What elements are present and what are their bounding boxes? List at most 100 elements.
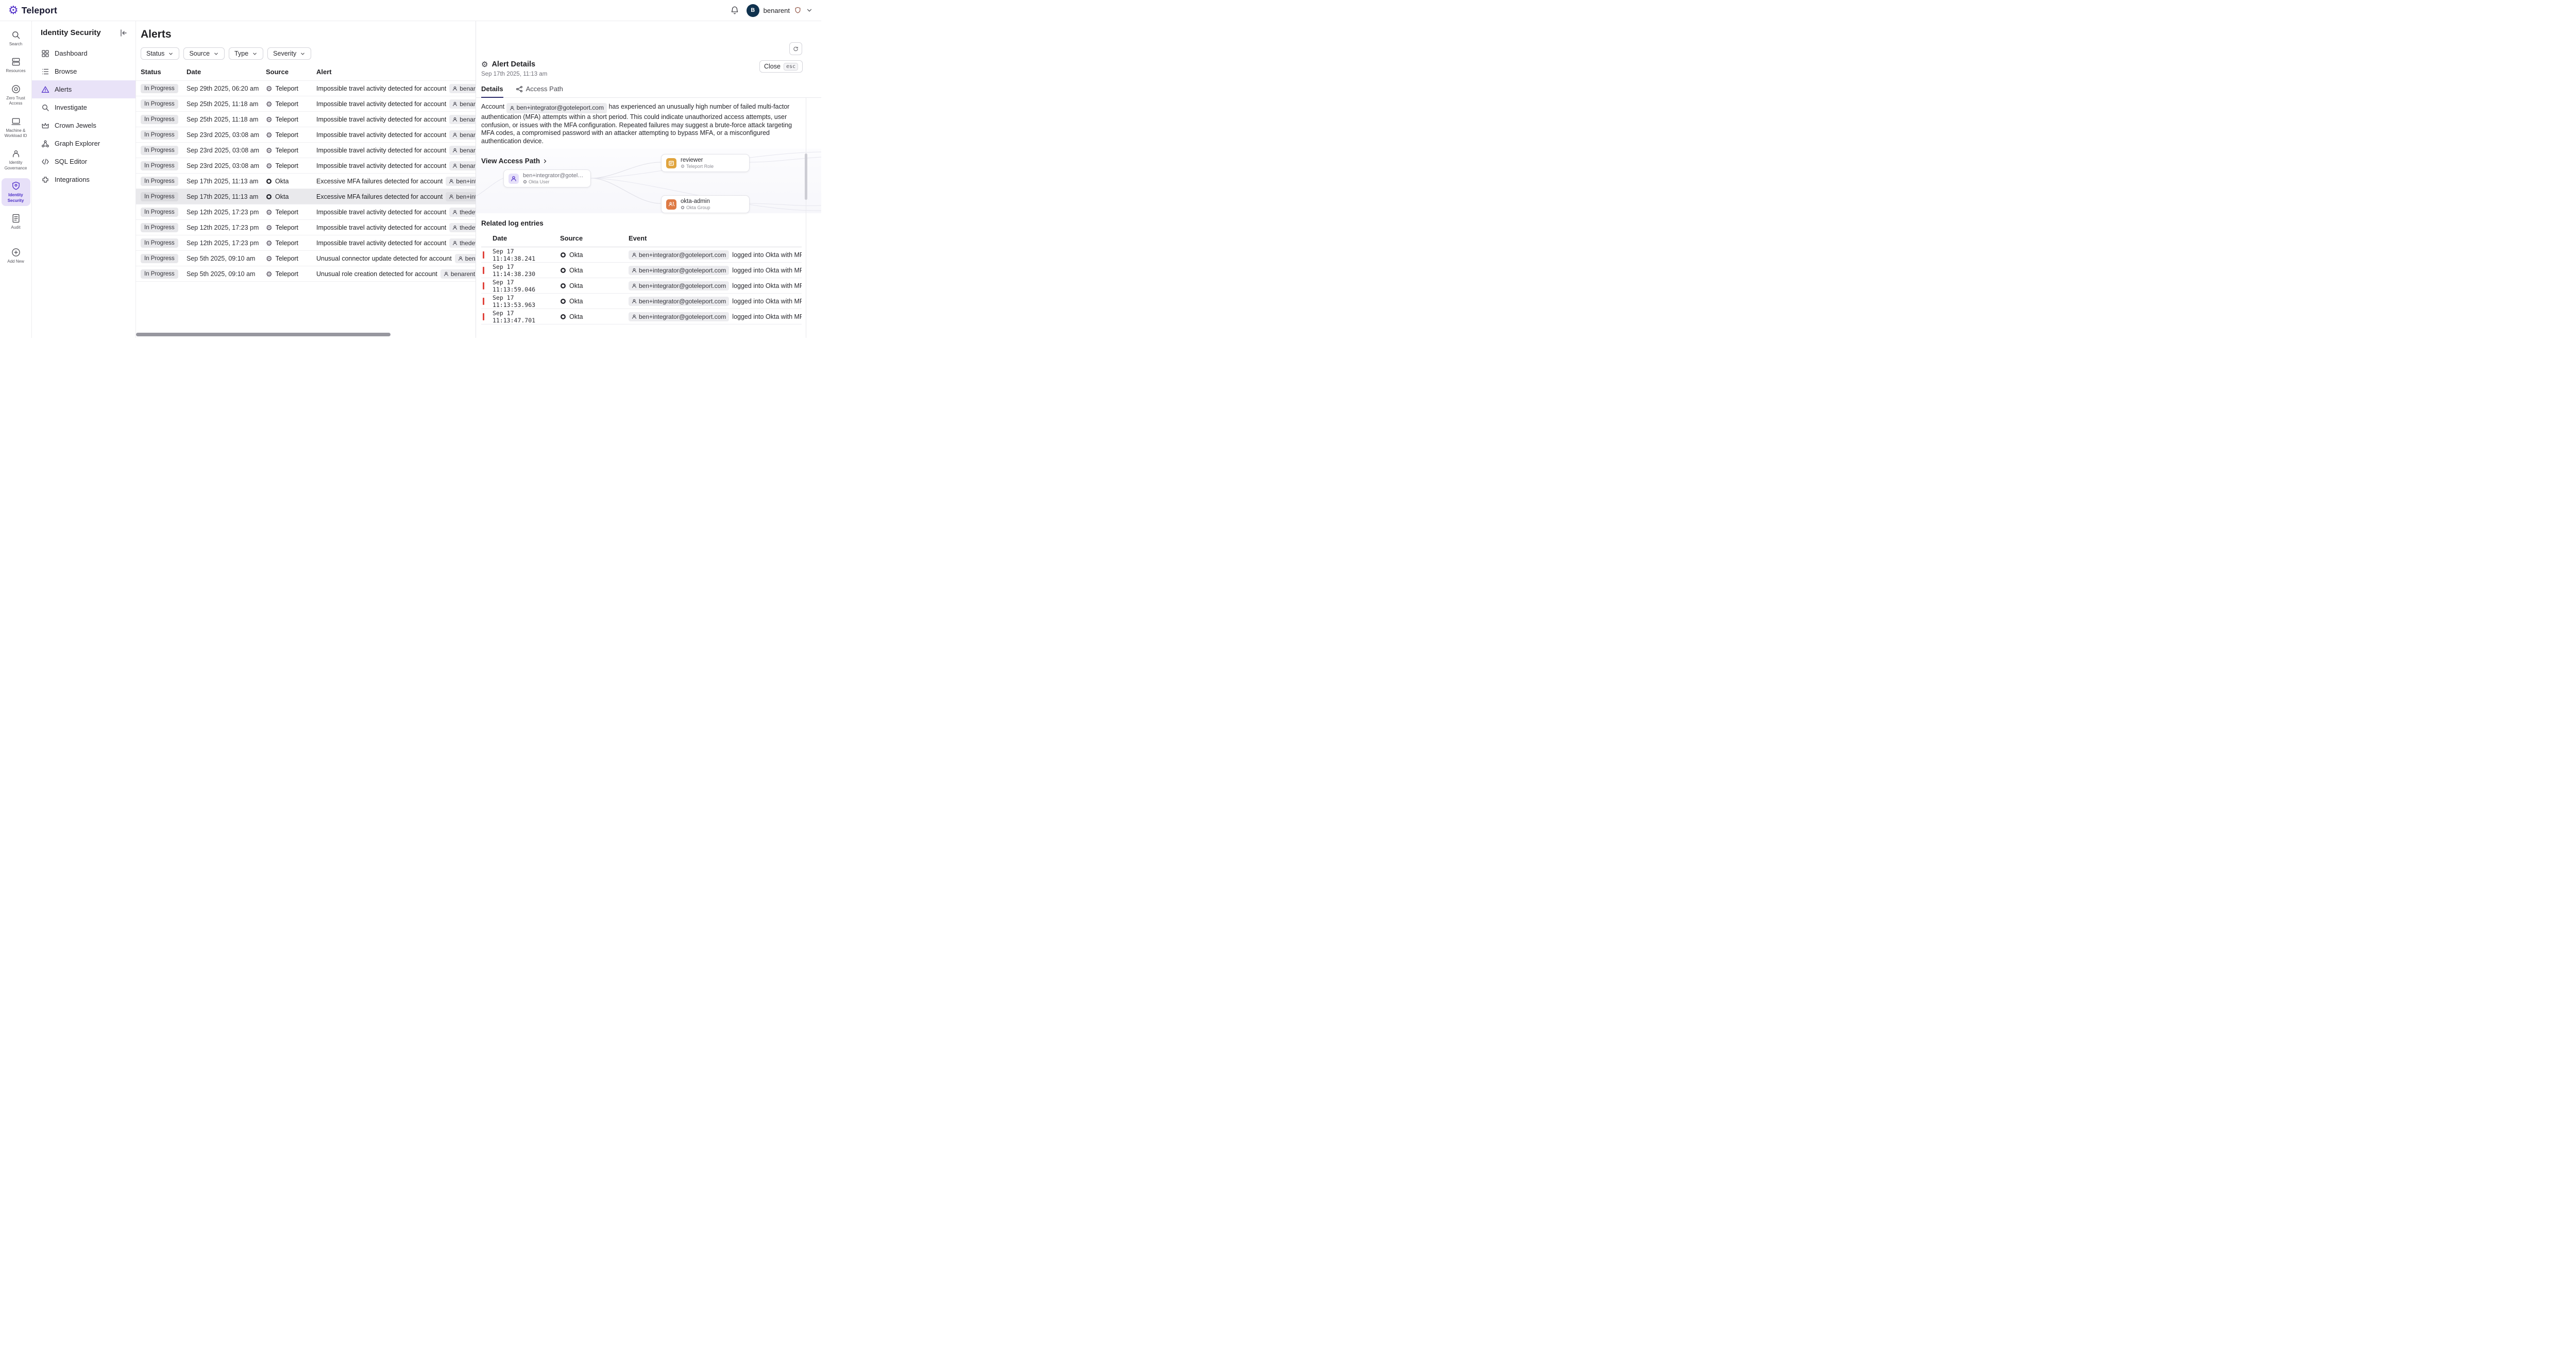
sql-editor-icon [41, 158, 49, 166]
okta-icon [560, 283, 566, 289]
filter-button[interactable]: Severity [267, 47, 311, 60]
graph-node-okta-user[interactable]: ben+integrator@goteleport.c... Okta User [503, 169, 591, 187]
account-chip: benarent [440, 269, 476, 279]
alert-text: Impossible travel activity detected for … [316, 85, 446, 92]
filter-button[interactable]: Source [183, 47, 225, 60]
secondary-nav: Identity Security Dashboard Browse Alert… [32, 21, 136, 338]
table-row[interactable]: In Progress Sep 12th 2025, 17:23 pm ⚙ Te… [136, 204, 476, 219]
sidebar-item-alerts[interactable]: Alerts [32, 80, 135, 98]
alert-text: Impossible travel activity detected for … [316, 147, 446, 154]
table-row[interactable]: In Progress Sep 17th 2025, 11:13 am ⚙ Ok… [136, 189, 476, 204]
user-menu[interactable]: B benarent [747, 4, 813, 17]
sidebar-item-sql-editor[interactable]: SQL Editor [32, 152, 135, 170]
refresh-button[interactable] [789, 42, 802, 55]
machine-workload-id-icon [11, 116, 21, 127]
status-badge: In Progress [141, 115, 178, 124]
graph-node-okta-admin[interactable]: okta-admin Okta Group [661, 195, 750, 213]
source-label: Teleport [276, 270, 298, 278]
okta-icon [560, 314, 566, 320]
column-status: Status [141, 68, 187, 76]
table-row[interactable]: Sep 17 11:13:59.046 Okta ben+integrator@… [481, 278, 802, 294]
user-icon [452, 132, 457, 138]
user-icon [452, 117, 457, 122]
sidebar-title: Identity Security [41, 28, 101, 37]
view-access-path-link[interactable]: View Access Path [481, 157, 548, 165]
event-text: logged into Okta with MFA [732, 251, 802, 259]
tab-details[interactable]: Details [481, 85, 503, 97]
table-row[interactable]: In Progress Sep 17th 2025, 11:13 am ⚙ Ok… [136, 173, 476, 189]
horizontal-scrollbar[interactable] [136, 333, 391, 336]
status-badge: In Progress [141, 177, 178, 186]
sidebar-item-add-new[interactable]: Add New [2, 245, 30, 267]
teleport-icon: ⚙ [266, 131, 273, 139]
vertical-scrollbar[interactable] [805, 153, 807, 200]
sidebar-item-search[interactable]: Search [2, 27, 30, 49]
table-row[interactable]: In Progress Sep 5th 2025, 09:10 am ⚙ Tel… [136, 250, 476, 266]
sidebar-item-resources[interactable]: Resources [2, 54, 30, 76]
collapse-sidebar-icon[interactable] [120, 29, 128, 37]
teleport-icon: ⚙ [266, 209, 273, 216]
sidebar-item-identity-governance[interactable]: Identity Governance [2, 146, 30, 174]
sidebar-item-audit[interactable]: Audit [2, 211, 30, 233]
tab-access-path[interactable]: Access Path [516, 85, 563, 97]
related-logs-title: Related log entries [481, 219, 821, 227]
close-button[interactable]: Close esc [759, 60, 803, 73]
table-row[interactable]: In Progress Sep 12th 2025, 17:23 pm ⚙ Te… [136, 219, 476, 235]
zero-trust-access-icon [11, 84, 21, 94]
esc-key-badge: esc [784, 63, 798, 71]
sidebar-item-investigate[interactable]: Investigate [32, 98, 135, 116]
notifications-button[interactable] [729, 5, 740, 16]
table-row[interactable]: In Progress Sep 29th 2025, 06:20 am ⚙ Te… [136, 80, 476, 96]
table-row[interactable]: In Progress Sep 5th 2025, 09:10 am ⚙ Tel… [136, 266, 476, 281]
table-row[interactable]: In Progress Sep 23rd 2025, 03:08 am ⚙ Te… [136, 142, 476, 158]
account-chip: benarent [449, 146, 476, 155]
okta-icon [523, 180, 527, 184]
resources-icon [11, 57, 21, 67]
access-path-graph: View Access Path ben+integrator@gotelepo… [476, 149, 821, 213]
chevron-down-icon [213, 51, 219, 57]
status-badge: In Progress [141, 192, 178, 201]
alert-date: Sep 12th 2025, 17:23 pm [187, 209, 266, 216]
status-badge: In Progress [141, 208, 178, 217]
table-row[interactable]: In Progress Sep 25th 2025, 11:18 am ⚙ Te… [136, 96, 476, 111]
source-label: Teleport [276, 224, 298, 231]
table-row[interactable]: In Progress Sep 23rd 2025, 03:08 am ⚙ Te… [136, 127, 476, 142]
status-badge: In Progress [141, 238, 178, 248]
sidebar-item-dashboard[interactable]: Dashboard [32, 44, 135, 62]
table-row[interactable]: Sep 17 11:14:38.241 Okta ben+integrator@… [481, 247, 802, 263]
sidebar-item-crown-jewels[interactable]: Crown Jewels [32, 116, 135, 134]
alerts-icon [41, 85, 49, 94]
sidebar-item-integrations[interactable]: Integrations [32, 170, 135, 189]
filter-button[interactable]: Type [229, 47, 263, 60]
alert-text: Excessive MFA failures detected for acco… [316, 193, 443, 200]
table-row[interactable]: Sep 17 11:13:53.963 Okta ben+integrator@… [481, 294, 802, 309]
sidebar-item-zero-trust-access[interactable]: Zero Trust Access [2, 81, 30, 109]
account-chip: ben+integrator@goteleport.com [629, 250, 729, 260]
log-timestamp: Sep 17 11:13:47.701 [493, 310, 560, 324]
sidebar-item-browse[interactable]: Browse [32, 62, 135, 80]
table-row[interactable]: In Progress Sep 12th 2025, 17:23 pm ⚙ Te… [136, 235, 476, 250]
table-row[interactable]: In Progress Sep 25th 2025, 11:18 am ⚙ Te… [136, 111, 476, 127]
graph-node-reviewer[interactable]: reviewer ⚙ Teleport Role [661, 154, 750, 172]
source-label: Okta [569, 313, 583, 320]
teleport-logo[interactable]: ⚙ Teleport [8, 5, 57, 16]
search-icon [11, 30, 21, 40]
teleport-icon: ⚙ [681, 164, 685, 169]
sidebar-item-machine-workload-id[interactable]: Machine & Workload ID [2, 114, 30, 142]
account-chip: benarent [449, 130, 476, 140]
account-chip: ben+integrator@goteleport.com [506, 103, 607, 113]
filter-button[interactable]: Status [141, 47, 179, 60]
filter-bar: Status Source Type Severity [141, 47, 476, 60]
sidebar-item-identity-security[interactable]: Identity Security [2, 178, 30, 206]
alert-date: Sep 23rd 2025, 03:08 am [187, 131, 266, 139]
sidebar-item-graph-explorer[interactable]: Graph Explorer [32, 134, 135, 152]
related-logs-body: Sep 17 11:14:38.241 Okta ben+integrator@… [481, 247, 802, 324]
shield-icon [794, 6, 802, 14]
user-icon [632, 299, 637, 304]
table-row[interactable]: Sep 17 11:13:47.701 Okta ben+integrator@… [481, 309, 802, 324]
table-row[interactable]: Sep 17 11:14:38.230 Okta ben+integrator@… [481, 263, 802, 278]
table-row[interactable]: In Progress Sep 23rd 2025, 03:08 am ⚙ Te… [136, 158, 476, 173]
account-chip: benarent [449, 161, 476, 170]
teleport-icon: ⚙ [266, 224, 273, 231]
alert-date: Sep 17th 2025, 11:13 am [187, 178, 266, 185]
